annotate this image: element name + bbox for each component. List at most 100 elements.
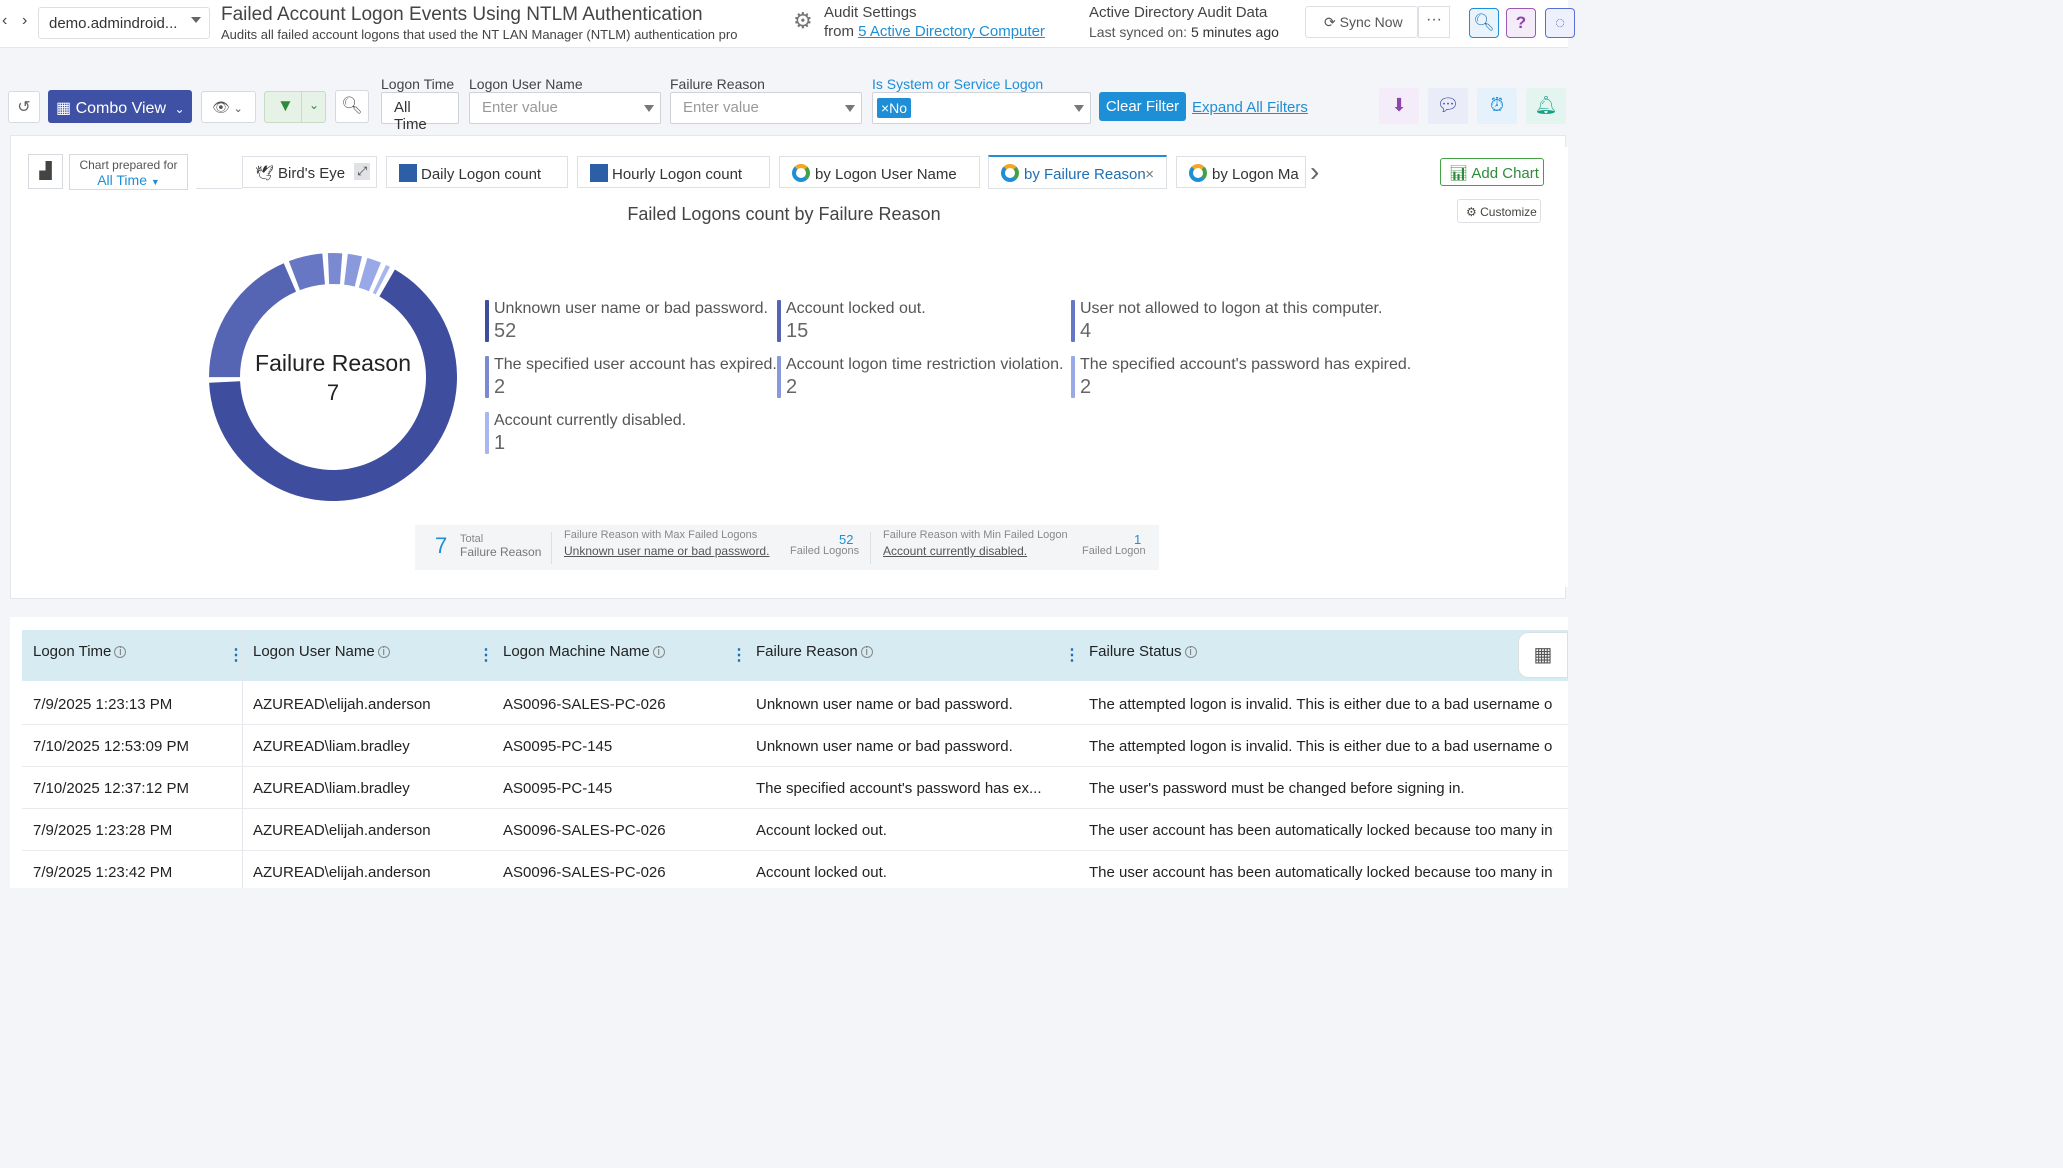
add-chart-label: Add Chart [1471, 165, 1539, 182]
donut-chart-icon [1001, 164, 1019, 182]
legend-color [485, 300, 489, 342]
tab-hourly-logon-count[interactable]: Hourly Logon count [577, 156, 770, 188]
legend-color [1071, 300, 1075, 342]
view-toggle-button[interactable]: 👁︎ ⌄ [201, 91, 256, 123]
expand-icon[interactable]: ⤢ [354, 163, 370, 180]
filter-button[interactable]: ▼ ⌄ [264, 91, 326, 123]
cell-logon-time: 7/10/2025 12:37:12 PM [33, 780, 189, 797]
donut-slice[interactable] [344, 253, 362, 287]
sync-now-button[interactable]: ⟳ Sync Now [1305, 6, 1418, 38]
forward-arrow-icon[interactable]: › [22, 12, 27, 30]
legend-item[interactable]: Account locked out. 15 [777, 300, 926, 343]
download-icon[interactable]: ⬇ [1379, 88, 1419, 124]
column-label: Failure Reason [756, 643, 858, 660]
table-row[interactable]: 7/9/2025 1:23:13 PM AZUREAD\elijah.ander… [22, 683, 1568, 725]
column-header-logon-time[interactable]: Logon Time i [33, 643, 127, 660]
logon-time-filter[interactable]: All Time [381, 92, 459, 133]
table-row[interactable]: 7/9/2025 1:23:28 PM AZUREAD\elijah.ander… [22, 809, 1568, 851]
grid-chart-icon [399, 164, 417, 182]
donut-slice[interactable] [288, 253, 325, 291]
table-row[interactable]: 7/10/2025 12:53:09 PM AZUREAD\liam.bradl… [22, 725, 1568, 767]
info-icon[interactable]: i [377, 646, 390, 658]
customize-button[interactable]: ⚙ Customize [1457, 199, 1541, 223]
close-icon[interactable]: × [1145, 166, 1154, 183]
user-name-filter-input[interactable]: Enter value [469, 92, 661, 124]
tab-birds-eye[interactable]: 🕊︎ Bird's Eye ⤢ [242, 156, 377, 188]
column-header-failure-status[interactable]: Failure Status i [1089, 643, 1197, 660]
info-icon[interactable]: i [652, 646, 665, 658]
chevron-down-icon: ⌄ [233, 103, 243, 115]
donut-slice[interactable] [327, 253, 343, 285]
sync-value: 5 minutes ago [1190, 24, 1279, 40]
table-settings-icon[interactable]: ▦ [1518, 632, 1568, 678]
tab-label: Bird's Eye [278, 165, 346, 182]
column-menu-icon[interactable]: ⋮ [478, 645, 494, 665]
tab-daily-logon-count[interactable]: Daily Logon count [386, 156, 568, 188]
combo-view-button[interactable]: ▦ Combo View ⌄ [48, 90, 192, 123]
chevron-down-icon [845, 105, 855, 112]
expand-all-filters-link[interactable]: Expand All Filters [1192, 99, 1308, 116]
bell-icon[interactable]: 🔔︎ [1526, 88, 1566, 124]
search-icon[interactable]: 🔍︎ [1469, 8, 1499, 38]
page-title: Failed Account Logon Events Using NTLM A… [221, 4, 703, 25]
chart-period-select[interactable]: Chart prepared for All Time ▼ [69, 154, 188, 190]
legend-label: Account logon time restriction violation… [786, 356, 1064, 373]
add-chart-button[interactable]: 📊︎ Add Chart [1440, 158, 1544, 186]
bar-chart-icon[interactable]: ▟ [28, 154, 63, 189]
domain-select[interactable]: demo.admindroid... [38, 7, 210, 39]
legend-item[interactable]: The specified account's password has exp… [1071, 356, 1411, 399]
chevron-down-icon: ⌄ [174, 102, 185, 116]
column-header-failure-reason[interactable]: Failure Reason i [756, 643, 873, 660]
legend-color [485, 412, 489, 454]
chevron-right-icon[interactable]: › [1310, 156, 1319, 188]
table-row[interactable]: 7/10/2025 12:37:12 PM AZUREAD\liam.bradl… [22, 767, 1568, 809]
info-icon[interactable]: i [1184, 646, 1197, 658]
chevron-down-icon [191, 17, 201, 23]
tab-by-logon-machine[interactable]: by Logon Ma [1176, 156, 1306, 188]
filter-label-user-name: Logon User Name [469, 76, 583, 92]
audit-computers-link[interactable]: 5 Active Directory Computer [858, 23, 1045, 40]
audit-settings[interactable]: ⚙ Audit Settings from 5 Active Directory… [793, 4, 1045, 40]
table-row[interactable]: 7/9/2025 1:23:42 PM AZUREAD\elijah.ander… [22, 851, 1568, 893]
cell-logon-time: 7/9/2025 1:23:28 PM [33, 822, 173, 839]
legend-item[interactable]: Account logon time restriction violation… [777, 356, 1063, 399]
info-icon[interactable]: i [114, 646, 127, 658]
column-header-logon-machine-name[interactable]: Logon Machine Name i [503, 643, 665, 660]
chart-prepared-label: Chart prepared for [79, 158, 178, 172]
legend-item[interactable]: The specified user account has expired. … [485, 356, 777, 399]
tab-by-logon-user-name[interactable]: by Logon User Name [779, 156, 980, 188]
cell-user-name: AZUREAD\liam.bradley [253, 780, 410, 797]
chevron-down-icon[interactable]: ⌄ [309, 98, 319, 112]
filter-tag-no[interactable]: ×No [877, 98, 912, 118]
activity-icon[interactable]: ◌ [1545, 8, 1575, 38]
column-header-logon-user-name[interactable]: Logon User Name i [253, 643, 390, 660]
more-options-button[interactable]: ··· [1418, 6, 1450, 38]
back-arrow-icon[interactable]: ‹ [2, 12, 7, 30]
reset-icon[interactable]: ↺ [8, 91, 40, 123]
failure-reason-filter-input[interactable]: Enter value [670, 92, 862, 124]
gear-icon: ⚙ [793, 8, 813, 33]
cell-machine-name: AS0096-SALES-PC-026 [503, 696, 666, 713]
cell-machine-name: AS0095-PC-145 [503, 780, 613, 797]
legend-color [485, 356, 489, 398]
legend-item[interactable]: Account currently disabled. 1 [485, 412, 686, 455]
legend-item[interactable]: Unknown user name or bad password. 52 [485, 300, 768, 343]
max-reason-link[interactable]: Unknown user name or bad password. [564, 544, 769, 558]
tab-label: by Logon User Name [815, 166, 957, 183]
chart-title: Failed Logons count by Failure Reason [627, 204, 941, 224]
info-icon[interactable]: i [860, 646, 873, 658]
clear-filter-button[interactable]: Clear Filter [1099, 92, 1186, 121]
alarm-icon[interactable]: ⏰︎ [1477, 88, 1517, 124]
chat-icon[interactable]: 💬︎ [1428, 88, 1468, 124]
column-menu-icon[interactable]: ⋮ [1064, 645, 1080, 665]
donut-chart [209, 253, 457, 501]
search-filter-icon[interactable]: 🔍︎ [335, 90, 369, 123]
min-reason-link[interactable]: Account currently disabled. [883, 544, 1027, 558]
column-label: Logon Machine Name [503, 643, 650, 660]
help-icon[interactable]: ? [1506, 8, 1536, 38]
legend-item[interactable]: User not allowed to logon at this comput… [1071, 300, 1382, 343]
cell-failure-status: The attempted logon is invalid. This is … [1089, 738, 1553, 755]
column-menu-icon[interactable]: ⋮ [731, 645, 747, 665]
system-logon-filter[interactable]: ×No [872, 92, 1091, 124]
tab-by-failure-reason[interactable]: by Failure Reason × [988, 155, 1167, 189]
